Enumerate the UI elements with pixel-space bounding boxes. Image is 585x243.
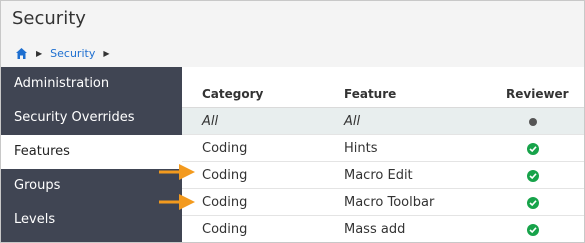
category-cell: Coding — [202, 168, 248, 183]
category-cell: Coding — [202, 222, 248, 237]
dot-icon[interactable] — [529, 118, 537, 126]
feature-cell: Macro Toolbar — [344, 195, 435, 210]
column-header-category[interactable]: Category — [202, 81, 263, 108]
table-row[interactable]: Coding Mass add — [182, 216, 584, 242]
feature-cell: Hints — [344, 141, 378, 156]
check-icon[interactable] — [527, 224, 539, 236]
arrow-right-icon — [159, 164, 195, 180]
sidebar-item-groups[interactable]: Groups — [1, 169, 182, 203]
page-title: Security — [12, 8, 86, 29]
sidebar-item-administration[interactable]: Administration — [1, 67, 182, 101]
breadcrumb-security-link[interactable]: Security — [50, 47, 95, 60]
security-window: Security ▶ Security ▶ Administration Sec… — [0, 0, 585, 243]
check-icon[interactable] — [527, 143, 539, 155]
check-icon[interactable] — [527, 170, 539, 182]
sidebar: Administration Security Overrides Featur… — [1, 67, 182, 242]
table-row[interactable]: Coding Macro Edit — [182, 162, 584, 189]
category-cell: Coding — [202, 195, 248, 210]
table-header: Category Feature Reviewer — [182, 81, 584, 108]
table-row[interactable]: Coding Hints — [182, 135, 584, 162]
chevron-right-icon: ▶ — [103, 48, 110, 58]
sidebar-item-security-overrides[interactable]: Security Overrides — [1, 101, 182, 135]
feature-cell: Macro Edit — [344, 168, 413, 183]
feature-cell: Mass add — [344, 222, 406, 237]
table-row[interactable]: Coding Macro Toolbar — [182, 189, 584, 216]
sidebar-item-features[interactable]: Features — [1, 135, 182, 169]
table-row[interactable]: All All — [182, 108, 584, 135]
features-table: Category Feature Reviewer All All Coding… — [182, 67, 584, 242]
chevron-right-icon: ▶ — [36, 48, 43, 58]
category-cell: All — [202, 114, 219, 129]
breadcrumb: ▶ Security ▶ — [15, 45, 117, 61]
sidebar-item-levels[interactable]: Levels — [1, 203, 182, 237]
check-icon[interactable] — [527, 197, 539, 209]
home-icon[interactable] — [15, 47, 28, 60]
column-header-feature[interactable]: Feature — [344, 81, 396, 108]
column-header-reviewer[interactable]: Reviewer — [506, 81, 569, 108]
arrow-right-icon — [159, 194, 195, 210]
category-cell: Coding — [202, 141, 248, 156]
feature-cell: All — [344, 114, 361, 129]
